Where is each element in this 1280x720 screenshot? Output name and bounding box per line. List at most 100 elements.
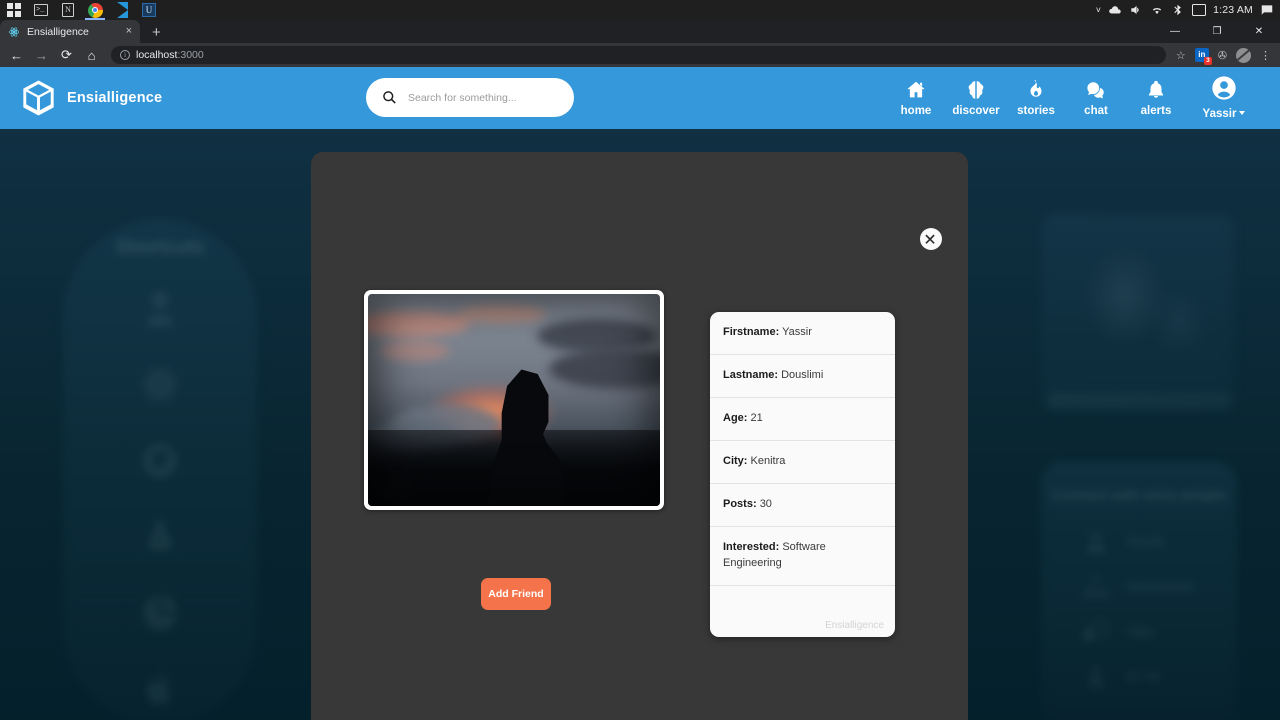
sidebar-item-apple[interactable] xyxy=(133,659,187,719)
profile-photo xyxy=(368,294,660,506)
toolbar-actions: ☆ in 3 ✇ ⋮ xyxy=(1176,48,1271,63)
chevron-up-icon[interactable]: ˅ xyxy=(1096,5,1101,15)
url-host: localhost xyxy=(136,49,177,61)
user-group-icon xyxy=(1083,574,1109,600)
extensions-puzzle-icon[interactable]: ✇ xyxy=(1218,49,1227,62)
people-list-item[interactable]: Hiba xyxy=(1041,609,1237,654)
action-center-icon[interactable] xyxy=(1260,3,1274,17)
taskbar-icons: >_ N U xyxy=(6,2,157,18)
apple-icon xyxy=(141,668,179,710)
vscode-icon[interactable] xyxy=(114,2,130,18)
brand[interactable]: Ensialligence xyxy=(0,79,162,117)
browser-tab-strip: Ensialligence × + — ❐ ✕ xyxy=(0,20,1280,43)
home-button[interactable]: ⌂ xyxy=(84,48,99,63)
back-button[interactable]: ← xyxy=(9,48,24,63)
nav-item-label: discover xyxy=(952,105,999,117)
profile-info-card: Firstname: Yassir Lastname: Douslimi Age… xyxy=(710,312,895,637)
browser-toolbar: ← → ⟳ ⌂ i localhost:3000 ☆ in 3 ✇ ⋮ xyxy=(0,43,1280,67)
globe-icon xyxy=(139,440,181,482)
shortcuts-panel[interactable]: Shortcuts xyxy=(63,219,257,720)
browser-tab-title: Ensialligence xyxy=(27,26,119,38)
new-tab-button[interactable]: + xyxy=(152,24,161,41)
notepad-icon[interactable]: N xyxy=(60,2,76,18)
info-value: 30 xyxy=(760,498,772,510)
info-value: Kenitra xyxy=(751,455,786,467)
wifi-icon[interactable] xyxy=(1150,3,1164,17)
people-list-item[interactable]: Mohammed xyxy=(1041,564,1237,609)
linkedin-extension-icon[interactable]: in 3 xyxy=(1195,48,1209,62)
sidebar-item-globe[interactable] xyxy=(133,431,187,491)
close-circle-icon[interactable] xyxy=(920,228,942,250)
home-icon xyxy=(905,79,927,101)
nav-item-home[interactable]: home xyxy=(886,67,946,129)
search-icon xyxy=(382,90,397,105)
cloud-icon[interactable] xyxy=(1108,3,1122,17)
info-label: City: xyxy=(723,455,747,467)
nav-item-label: stories xyxy=(1017,105,1055,117)
site-info-icon[interactable]: i xyxy=(120,50,130,60)
media-card-caption-bar xyxy=(1048,392,1230,408)
info-label: Posts: xyxy=(723,498,757,510)
tab-close-icon[interactable]: × xyxy=(126,26,132,37)
window-close-button[interactable]: ✕ xyxy=(1238,20,1280,43)
chevron-down-icon xyxy=(1239,111,1245,115)
forward-button[interactable]: → xyxy=(34,48,49,63)
address-bar-url: localhost:3000 xyxy=(136,49,204,61)
sidebar-item-astronaut[interactable] xyxy=(133,279,187,339)
user-menu[interactable]: Yassir xyxy=(1186,67,1262,129)
sidebar-item-linux[interactable] xyxy=(133,507,187,567)
astronaut-icon xyxy=(139,288,181,330)
terminal-icon[interactable]: >_ xyxy=(33,2,49,18)
address-bar[interactable]: i localhost:3000 xyxy=(111,46,1166,64)
nav-item-stories[interactable]: stories xyxy=(1006,67,1066,129)
volume-icon[interactable] xyxy=(1129,3,1143,17)
bluetooth-icon[interactable] xyxy=(1171,3,1185,17)
profile-modal: Firstname: Yassir Lastname: Douslimi Age… xyxy=(311,152,968,720)
user-screen-icon xyxy=(1083,619,1109,645)
chrome-icon[interactable] xyxy=(87,2,103,18)
atom-icon xyxy=(139,364,181,406)
bell-icon xyxy=(1145,79,1167,101)
editor-icon[interactable]: U xyxy=(141,2,157,18)
windows-start-icon[interactable] xyxy=(6,2,22,18)
pie-chart-icon xyxy=(139,592,181,634)
info-value: 21 xyxy=(751,412,763,424)
info-card-watermark: Ensialligence xyxy=(825,620,884,631)
os-taskbar: >_ N U ˅ 1:23 AM xyxy=(0,0,1280,20)
penguin-linux-icon xyxy=(140,516,180,558)
nav-item-label: chat xyxy=(1084,105,1108,117)
nav-item-chat[interactable]: chat xyxy=(1066,67,1126,129)
keyboard-icon[interactable] xyxy=(1192,4,1206,16)
sidebar-item-analytics[interactable] xyxy=(133,583,187,643)
shortcuts-title: Shortcuts xyxy=(116,237,205,259)
browser-tab[interactable]: Ensialligence × xyxy=(0,20,140,43)
system-tray: ˅ 1:23 AM xyxy=(1096,3,1274,17)
media-card[interactable] xyxy=(1041,213,1237,413)
photo-vignette xyxy=(368,294,660,506)
reload-button[interactable]: ⟳ xyxy=(59,47,74,63)
react-icon xyxy=(8,26,20,38)
info-label: Firstname: xyxy=(723,326,779,338)
window-maximize-button[interactable]: ❐ xyxy=(1196,20,1238,43)
sidebar-item-atom[interactable] xyxy=(133,355,187,415)
search-input[interactable]: Search for something... xyxy=(408,92,517,104)
people-list-item[interactable]: Houda xyxy=(1041,519,1237,564)
info-row-lastname: Lastname: Douslimi xyxy=(710,355,895,398)
search-bar[interactable]: Search for something... xyxy=(366,78,574,117)
user-menu-name: Yassir xyxy=(1203,108,1237,120)
fire-icon xyxy=(1025,79,1047,101)
people-list-item[interactable]: Dr. Ali xyxy=(1041,654,1237,699)
info-row-posts: Posts: 30 xyxy=(710,484,895,527)
browser-profile-icon[interactable] xyxy=(1236,48,1251,63)
cube-logo-icon xyxy=(21,79,56,117)
add-friend-button[interactable]: Add Friend xyxy=(481,578,551,610)
people-panel[interactable]: Connect with more people Houda Mohammed … xyxy=(1041,461,1237,720)
people-list-item-name: Mohammed xyxy=(1127,580,1193,594)
browser-menu-icon[interactable]: ⋮ xyxy=(1260,49,1271,62)
nav-item-discover[interactable]: discover xyxy=(946,67,1006,129)
profile-photo-frame[interactable] xyxy=(364,290,664,510)
bookmark-star-icon[interactable]: ☆ xyxy=(1176,49,1186,62)
window-minimize-button[interactable]: — xyxy=(1154,20,1196,43)
nav-item-alerts[interactable]: alerts xyxy=(1126,67,1186,129)
url-port: :3000 xyxy=(177,49,203,61)
